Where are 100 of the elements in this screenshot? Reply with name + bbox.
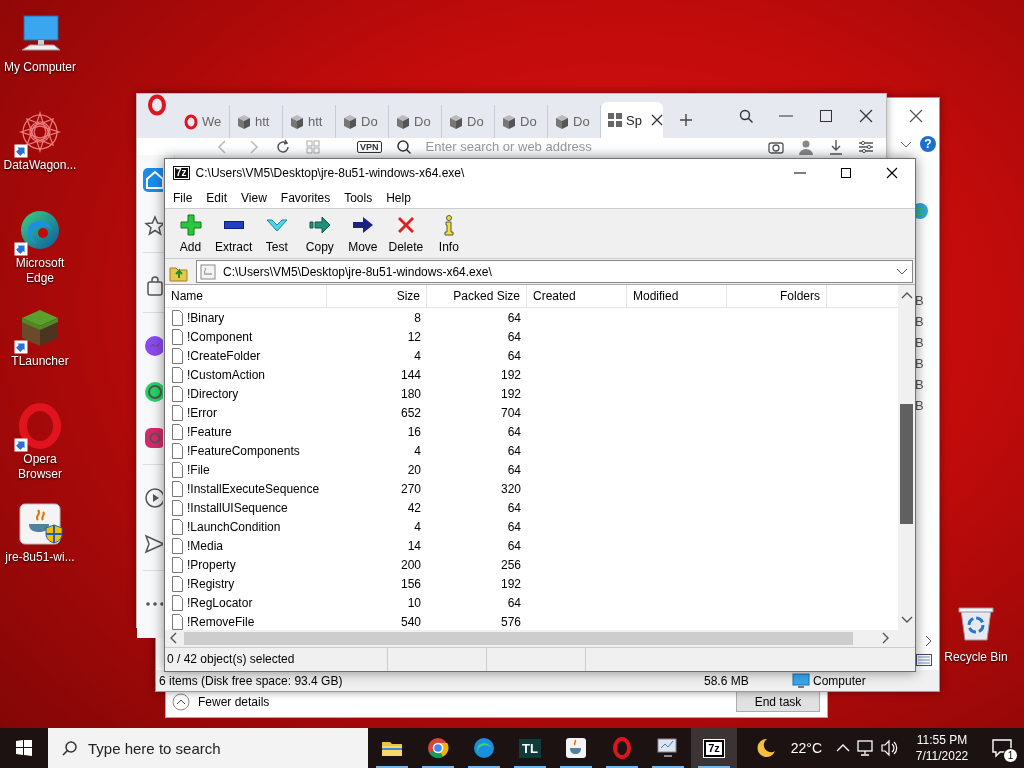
file-icon: [171, 537, 184, 554]
column-header[interactable]: Folders: [727, 285, 827, 308]
status-text: 6 items (Disk free space: 93.4 GB): [158, 673, 344, 688]
desktop-icon-label[interactable]: jre-8u51-wi...: [1, 550, 79, 565]
menu-item[interactable]: File: [166, 190, 200, 205]
cube-icon: [501, 113, 517, 130]
cube-icon: [342, 113, 358, 130]
table-cell-text: 64: [506, 500, 522, 515]
fewer-details-button[interactable]: Fewer details: [172, 692, 270, 711]
column-header[interactable]: Size: [327, 285, 427, 308]
opera-icon[interactable]: [16, 402, 64, 450]
file-icon: [171, 480, 184, 497]
column-header[interactable]: Name: [165, 285, 327, 308]
column-header[interactable]: Packed Size: [427, 285, 527, 308]
menu-item[interactable]: Edit: [199, 190, 235, 205]
table-cell-text: 14: [406, 538, 422, 553]
menu-item[interactable]: View: [234, 190, 274, 205]
taskbar-app[interactable]: TL: [507, 728, 553, 768]
instagram-icon[interactable]: [143, 426, 163, 450]
toolbar-button[interactable]: Delete: [384, 213, 428, 255]
menu-item[interactable]: Tools: [337, 190, 380, 205]
file-name: !Binary: [187, 310, 225, 325]
chevron-up-icon[interactable]: [836, 743, 850, 753]
desktop-icon-label[interactable]: Opera Browser: [1, 452, 79, 482]
table-cell-text: 64: [506, 348, 522, 363]
table-cell-text: 20: [406, 462, 422, 477]
network-icon[interactable]: [856, 739, 874, 757]
toolbar-button[interactable]: Add: [169, 213, 212, 255]
search-field[interactable]: Type here to search: [48, 728, 368, 768]
details-view-icon[interactable]: [916, 654, 932, 666]
search-icon[interactable]: [395, 138, 412, 155]
toolbar-button[interactable]: Info: [427, 213, 471, 255]
table-cell-text: 576: [499, 614, 522, 629]
monitor-icon: [656, 736, 680, 760]
minimize-icon: [794, 172, 806, 174]
desktop-icon-label[interactable]: Microsoft Edge: [1, 256, 79, 286]
table-cell-text: 256: [499, 557, 522, 572]
menu-item[interactable]: Help: [379, 190, 418, 205]
toolbar-button[interactable]: Move: [341, 213, 385, 255]
desktop-icon-label[interactable]: My Computer: [1, 60, 79, 75]
column-header[interactable]: Created: [527, 285, 627, 308]
status-text: Computer: [813, 673, 866, 688]
menu-item[interactable]: Favorites: [273, 190, 338, 205]
table-cell-text: 540: [399, 614, 422, 629]
column-header[interactable]: Modified: [627, 285, 727, 308]
end-task-button[interactable]: End task: [736, 691, 820, 712]
volume-icon[interactable]: [880, 739, 898, 757]
notification-badge: 1: [1003, 748, 1018, 763]
home-icon[interactable]: [143, 168, 163, 192]
chevron-down-icon[interactable]: [896, 267, 908, 276]
file-name: !CustomAction: [187, 367, 266, 382]
avatar-icon[interactable]: [798, 138, 814, 155]
java-installer-icon[interactable]: [16, 500, 64, 548]
window-title: C:\Users\VM5\Desktop\jre-8u51-windows-x64.exe\: [195, 166, 466, 180]
toolbar-button[interactable]: Copy: [298, 213, 342, 255]
minus-icon: [223, 221, 244, 230]
maximize-icon: [819, 109, 833, 123]
search-icon: [739, 109, 753, 123]
file-icon: [171, 461, 184, 478]
chevron-down-icon[interactable]: [900, 139, 912, 149]
table-cell-text: 64: [506, 519, 522, 534]
taskbar-app[interactable]: 7z: [691, 728, 737, 768]
desktop-icon-label[interactable]: Recycle Bin: [944, 650, 1008, 664]
toolbar-button[interactable]: Extract: [212, 213, 256, 255]
file-icon: [171, 556, 184, 573]
reload-icon[interactable]: [275, 138, 291, 155]
play-icon[interactable]: [143, 486, 163, 510]
clock[interactable]: 11:55 PM 7/11/2022: [904, 732, 980, 764]
help-button[interactable]: ?: [920, 136, 936, 152]
address-field[interactable]: Enter search or web address: [423, 138, 754, 155]
download-icon[interactable]: [828, 138, 844, 155]
table-cell-text: 4: [413, 519, 422, 534]
opera-logo-icon[interactable]: [147, 94, 167, 116]
browser-tab[interactable]: Sp: [601, 102, 663, 138]
file-name: !LaunchCondition: [187, 519, 281, 534]
notification-icon[interactable]: [991, 737, 1013, 759]
plus-icon[interactable]: [679, 113, 693, 127]
messenger-icon[interactable]: [143, 334, 163, 358]
file-name: !CreateFolder: [187, 348, 261, 363]
file-name: !RegLocator: [187, 595, 253, 610]
close-icon[interactable]: [650, 114, 663, 126]
java-icon: [564, 736, 588, 760]
file-name: !RemoveFile: [187, 614, 255, 629]
table-cell-text: 12: [406, 329, 422, 344]
desktop-icon-label[interactable]: TLauncher: [1, 354, 79, 369]
settings-icon[interactable]: [858, 138, 874, 155]
grid-icon: [607, 112, 623, 128]
star-icon[interactable]: [143, 214, 163, 238]
scrollbar-thumb[interactable]: [900, 404, 913, 525]
vpn-badge[interactable]: VPN: [357, 140, 382, 153]
desktop-icon-label[interactable]: DataWagon...: [1, 158, 79, 173]
send-icon[interactable]: [143, 532, 163, 556]
file-icon: [171, 442, 184, 459]
file-name: !Component: [187, 329, 253, 344]
path-field[interactable]: C:\Users\VM5\Desktop\jre-8u51-windows-x64.exe\: [196, 260, 913, 284]
scrollbar-thumb[interactable]: [184, 631, 853, 645]
toolbar-button[interactable]: Test: [255, 213, 299, 255]
weather-text[interactable]: 22°C: [790, 740, 822, 756]
whatsapp-icon[interactable]: [143, 380, 163, 404]
cube-icon: [554, 113, 570, 130]
